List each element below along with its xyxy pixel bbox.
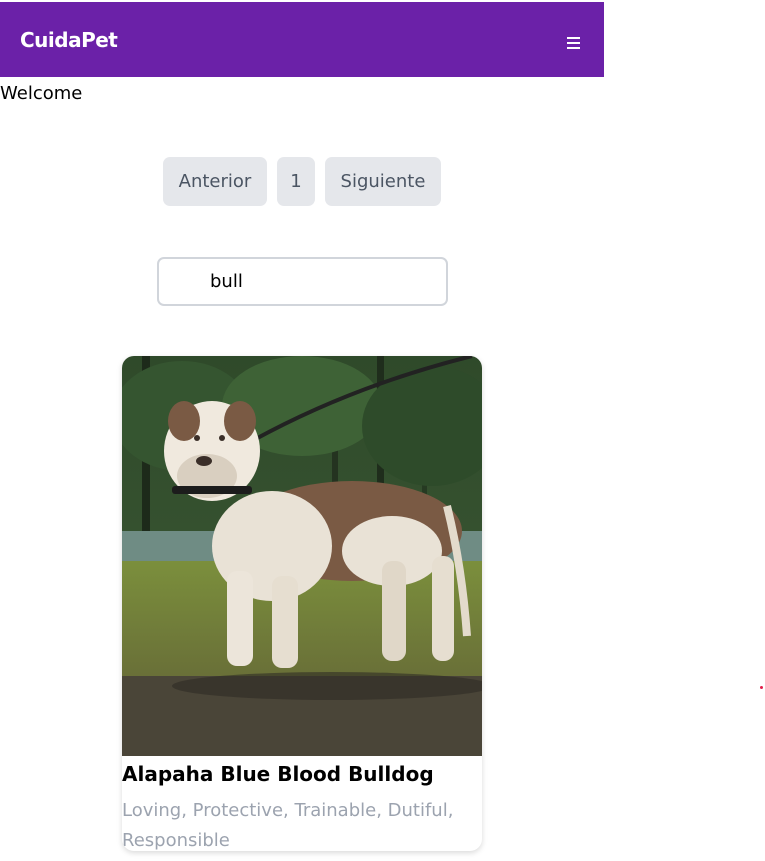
red-dot-marker [760, 686, 763, 689]
breed-card[interactable]: Alapaha Blue Blood Bulldog Loving, Prote… [122, 356, 482, 851]
page-number-button[interactable]: 1 [277, 157, 315, 206]
breed-temperament: Loving, Protective, Trainable, Dutiful, … [122, 800, 454, 851]
next-page-button[interactable]: Siguiente [325, 157, 441, 206]
welcome-text: Welcome [0, 83, 83, 104]
previous-page-button[interactable]: Anterior [163, 157, 267, 206]
search-input[interactable]: bull [157, 257, 448, 306]
search-input-value: bull [210, 271, 243, 292]
brand-logo[interactable]: CuidaPet [20, 28, 118, 52]
dog-photo [122, 356, 482, 756]
navbar: CuidaPet [0, 2, 604, 77]
breed-name: Alapaha Blue Blood Bulldog [122, 762, 434, 786]
hamburger-menu-icon[interactable] [566, 35, 582, 52]
